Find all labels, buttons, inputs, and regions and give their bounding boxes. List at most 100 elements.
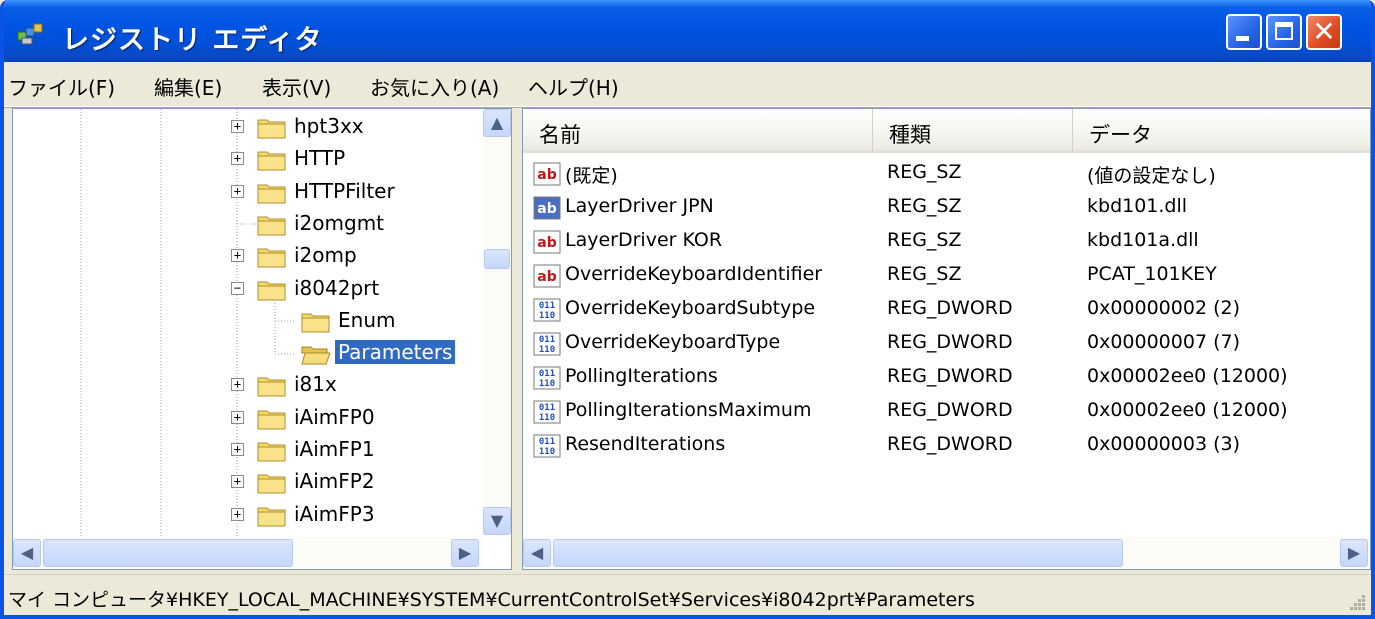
- list-hscroll-thumb[interactable]: [553, 539, 1123, 567]
- collapse-icon[interactable]: −: [231, 281, 244, 295]
- value-type: REG_SZ: [887, 263, 962, 285]
- menu-file[interactable]: ファイル(F): [8, 72, 115, 101]
- svg-text:110: 110: [539, 379, 555, 389]
- tree-item[interactable]: Enum: [13, 305, 453, 337]
- tree-item[interactable]: − i8042prt: [13, 273, 453, 305]
- scroll-right-button[interactable]: ▶: [451, 539, 479, 567]
- tree-vertical-scrollbar[interactable]: ▲ ▼: [483, 109, 511, 537]
- tree-item[interactable]: + iAimFP1: [13, 434, 453, 466]
- key-tree-pane[interactable]: + hpt3xx + HTTP + HTTPFilter i2omgmt + i2omp − i80…: [12, 108, 512, 570]
- tree-item[interactable]: + iAimFP2: [13, 466, 453, 498]
- status-bar: マイ コンピュータ¥HKEY_LOCAL_MACHINE¥SYSTEM¥Curr…: [4, 574, 1371, 615]
- column-data[interactable]: データ: [1073, 109, 1370, 153]
- value-name: OverrideKeyboardSubtype: [565, 297, 816, 319]
- value-row[interactable]: ab (既定) REG_SZ (値の設定なし): [523, 157, 1343, 191]
- tree-item-label[interactable]: iAimFP0: [291, 405, 378, 429]
- tree-item[interactable]: + i81x: [13, 369, 453, 401]
- svg-text:110: 110: [539, 413, 555, 423]
- scroll-up-button[interactable]: ▲: [483, 109, 511, 137]
- folder-icon: [257, 216, 286, 236]
- tree-item[interactable]: + i2omp: [13, 240, 453, 272]
- menu-view[interactable]: 表示(V): [262, 72, 331, 101]
- svg-text:011: 011: [539, 403, 555, 413]
- folder-icon: [257, 184, 286, 204]
- minimize-button[interactable]: [1226, 14, 1262, 50]
- tree-item[interactable]: i2omgmt: [13, 208, 453, 240]
- expand-icon[interactable]: +: [231, 184, 244, 198]
- scroll-right-button[interactable]: ▶: [1340, 539, 1368, 567]
- dword-value-icon: 011110: [533, 366, 561, 390]
- tree-item[interactable]: + HTTP: [13, 143, 453, 175]
- expand-icon[interactable]: +: [231, 443, 244, 456]
- tree-item-label[interactable]: iAimFP3: [291, 502, 378, 526]
- value-name: (既定): [565, 165, 618, 187]
- tree-item-label[interactable]: iAimFP2: [291, 469, 378, 493]
- tree-hscroll-thumb[interactable]: [43, 539, 293, 567]
- value-row[interactable]: 011 110 ResendIterations REG_DWORD 0x0000000…: [523, 429, 1343, 463]
- svg-text:110: 110: [539, 447, 555, 457]
- tree-item-label[interactable]: HTTP: [291, 146, 348, 170]
- tree-horizontal-scrollbar[interactable]: ◀ ▶: [13, 537, 483, 569]
- value-type: REG_SZ: [887, 195, 962, 217]
- tree-item-label[interactable]: Parameters: [333, 339, 457, 366]
- string-value-icon: ab: [533, 196, 561, 220]
- menu-help[interactable]: ヘルプ(H): [528, 72, 619, 101]
- value-name: ResendIterations: [565, 433, 726, 455]
- folder-icon: [257, 151, 286, 171]
- tree-item[interactable]: + iAimFP0: [13, 402, 453, 434]
- value-name: LayerDriver KOR: [565, 229, 723, 251]
- dword-value-icon: 011110: [533, 434, 561, 458]
- minimize-icon: [1236, 36, 1249, 41]
- tree-item[interactable]: + HTTPFilter: [13, 176, 453, 208]
- tree-item-label[interactable]: Enum: [335, 308, 398, 332]
- expand-icon[interactable]: +: [231, 120, 244, 133]
- expand-icon[interactable]: +: [231, 378, 244, 392]
- tree-item-label[interactable]: i2omp: [291, 243, 360, 267]
- list-horizontal-scrollbar[interactable]: ◀ ▶: [523, 537, 1370, 569]
- tree-item-label[interactable]: i2omgmt: [291, 211, 387, 235]
- expand-icon[interactable]: +: [231, 410, 244, 424]
- value-list-pane[interactable]: 名前 種類 データ ab (既定) REG_SZ (値の設定なし) ab LayerDri…: [522, 108, 1371, 570]
- value-name: PollingIterations: [565, 365, 718, 387]
- column-name[interactable]: 名前: [523, 109, 873, 153]
- tree-vscroll-thumb[interactable]: [484, 249, 510, 269]
- tree-item-label[interactable]: iAimFP1: [291, 437, 378, 461]
- column-type[interactable]: 種類: [873, 109, 1073, 153]
- tree-item[interactable]: Parameters: [13, 337, 457, 369]
- expand-icon[interactable]: +: [231, 152, 244, 166]
- title-bar[interactable]: レジストリ エディタ ✕: [4, 0, 1371, 62]
- value-row[interactable]: ab OverrideKeyboardIdentifier REG_SZ PCAT_1…: [523, 259, 1343, 293]
- tree-item-label[interactable]: i8042prt: [291, 276, 382, 300]
- value-name: OverrideKeyboardType: [565, 331, 781, 353]
- expand-icon[interactable]: +: [231, 475, 244, 489]
- expand-icon[interactable]: +: [231, 507, 244, 521]
- tree-item[interactable]: + iAimFP3: [13, 499, 453, 531]
- scroll-down-button[interactable]: ▼: [483, 507, 511, 535]
- scroll-left-button[interactable]: ◀: [13, 539, 41, 567]
- folder-icon: [257, 410, 286, 430]
- tree-item-label[interactable]: i81x: [291, 372, 340, 396]
- value-row[interactable]: ab LayerDriver JPN REG_SZ kbd101.dll: [523, 191, 1343, 225]
- status-path: マイ コンピュータ¥HKEY_LOCAL_MACHINE¥SYSTEM¥Curr…: [8, 589, 975, 611]
- menu-edit[interactable]: 編集(E): [154, 72, 222, 101]
- value-row[interactable]: 011 110 PollingIterations REG_DWORD 0x00002e…: [523, 361, 1343, 395]
- value-row[interactable]: 011 110 OverrideKeyboardSubtype REG_DWORD 0x…: [523, 293, 1343, 327]
- menu-favorites[interactable]: お気に入り(A): [370, 72, 499, 101]
- folder-icon: [257, 119, 286, 139]
- resize-grip-icon[interactable]: [1347, 592, 1367, 612]
- maximize-button[interactable]: [1266, 14, 1302, 50]
- tree-item-label[interactable]: hpt3xx: [291, 114, 367, 138]
- value-row[interactable]: 011 110 PollingIterationsMaximum REG_DWORD 0…: [523, 395, 1343, 429]
- tree-item[interactable]: + hpt3xx: [13, 111, 453, 143]
- registry-editor-window: レジストリ エディタ ✕ ファイル(F) 編集(E) 表示(V) お気に入り(A…: [0, 0, 1375, 619]
- folder-icon: [257, 281, 286, 300]
- value-row[interactable]: ab LayerDriver KOR REG_SZ kbd101a.dll: [523, 225, 1343, 259]
- registry-editor-icon: [17, 23, 43, 45]
- scroll-left-button[interactable]: ◀: [523, 539, 551, 567]
- expand-icon[interactable]: +: [231, 249, 244, 263]
- tree-item-label[interactable]: HTTPFilter: [291, 179, 398, 203]
- close-button[interactable]: ✕: [1306, 14, 1342, 50]
- svg-text:ab: ab: [537, 167, 556, 183]
- value-row[interactable]: 011 110 OverrideKeyboardType REG_DWORD 0x000…: [523, 327, 1343, 361]
- svg-text:ab: ab: [537, 235, 556, 251]
